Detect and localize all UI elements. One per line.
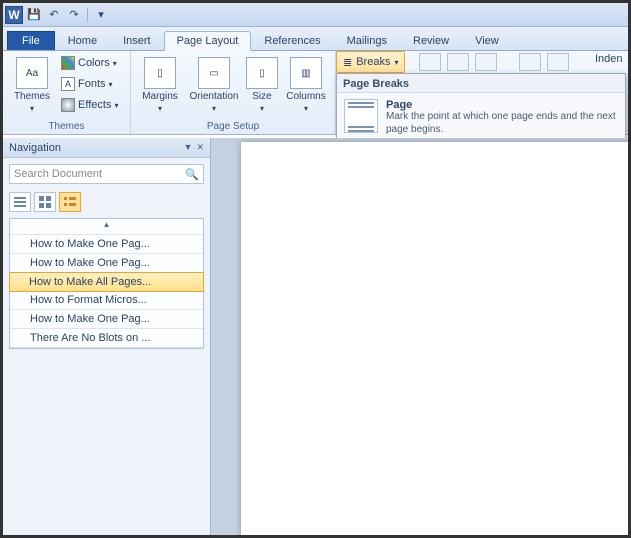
chevron-down-icon: ▾ [158, 104, 162, 113]
thumbnails-icon [39, 196, 51, 208]
title-bar: W 💾 ↶ ↷ ▾ [3, 3, 628, 27]
navigation-pane: Navigation ▼✕ Search Document 🔍 ▴ How to… [3, 138, 211, 535]
indent-label: Inden [595, 53, 623, 65]
size-button[interactable]: ▯Size▾ [243, 53, 281, 117]
nav-item[interactable]: There Are No Blots on ... [10, 329, 203, 348]
chevron-down-icon: ▾ [394, 58, 398, 67]
effects-icon [61, 98, 75, 112]
tab-page-layout[interactable]: Page Layout [164, 31, 252, 51]
themes-label: Themes [14, 91, 50, 102]
margins-icon: ▯ [144, 57, 176, 89]
search-input[interactable]: Search Document 🔍 [9, 164, 204, 184]
nav-item[interactable]: How to Make One Pag... [10, 235, 203, 254]
save-icon[interactable]: 💾 [25, 6, 43, 24]
themes-icon: Aa [16, 57, 48, 89]
ribbon-watermark-icon[interactable] [419, 53, 441, 71]
chevron-down-icon: ▾ [212, 104, 216, 113]
colors-button[interactable]: Colors▾ [59, 53, 120, 73]
ribbon-spacing-icon[interactable] [547, 53, 569, 71]
tab-view[interactable]: View [462, 31, 512, 50]
nav-item[interactable]: How to Make One Pag... [10, 310, 203, 329]
columns-icon: ▥ [290, 57, 322, 89]
navigation-list: ▴ How to Make One Pag... How to Make One… [9, 218, 204, 349]
search-placeholder: Search Document [14, 168, 102, 180]
chevron-down-icon: ▾ [109, 80, 113, 89]
page-break-icon [344, 99, 378, 133]
nav-view-pages[interactable] [34, 192, 56, 212]
nav-close-icon[interactable]: ✕ [196, 142, 204, 153]
themes-group-label: Themes [3, 120, 130, 134]
effects-button[interactable]: Effects▾ [59, 95, 120, 115]
breaks-button[interactable]: ≣ Breaks ▾ [336, 51, 405, 73]
ribbon-tabs: File Home Insert Page Layout References … [3, 27, 628, 51]
chevron-down-icon: ▾ [304, 104, 308, 113]
tab-file[interactable]: File [7, 31, 55, 50]
ribbon-page-color-icon[interactable] [447, 53, 469, 71]
columns-button[interactable]: ▥Columns▾ [281, 53, 331, 117]
search-icon: 🔍 [185, 168, 199, 181]
nav-item[interactable]: How to Make One Pag... [10, 254, 203, 273]
tab-review[interactable]: Review [400, 31, 462, 50]
nav-collapse-toggle[interactable]: ▴ [10, 219, 203, 235]
document-page [241, 142, 628, 535]
redo-icon[interactable]: ↷ [65, 6, 83, 24]
chevron-down-icon: ▾ [113, 59, 117, 68]
chevron-down-icon: ▾ [260, 104, 264, 113]
orientation-button[interactable]: ▭Orientation▾ [185, 53, 243, 117]
tab-insert[interactable]: Insert [110, 31, 164, 50]
chevron-down-icon: ▾ [114, 101, 118, 110]
nav-item[interactable]: How to Format Micros... [10, 291, 203, 310]
nav-item-selected[interactable]: How to Make All Pages... [9, 272, 204, 292]
page-setup-group-label: Page Setup [131, 120, 335, 134]
ribbon-indent-icon[interactable] [519, 53, 541, 71]
chevron-down-icon: ▾ [30, 104, 34, 113]
themes-button[interactable]: Aa Themes ▾ [7, 53, 57, 117]
nav-view-headings[interactable] [9, 192, 31, 212]
undo-icon[interactable]: ↶ [45, 6, 63, 24]
tab-references[interactable]: References [251, 31, 333, 50]
tab-mailings[interactable]: Mailings [334, 31, 400, 50]
nav-dropdown-icon[interactable]: ▼ [184, 142, 193, 153]
page-breaks-header: Page Breaks [337, 74, 625, 93]
document-area[interactable] [211, 138, 628, 535]
qat-dropdown-icon[interactable]: ▾ [92, 6, 110, 24]
orientation-icon: ▭ [198, 57, 230, 89]
ribbon-page-borders-icon[interactable] [475, 53, 497, 71]
qat-separator [87, 8, 88, 22]
size-icon: ▯ [246, 57, 278, 89]
break-page[interactable]: PageMark the point at which one page end… [337, 93, 625, 142]
results-icon [64, 196, 76, 208]
fonts-button[interactable]: AFonts▾ [59, 74, 120, 94]
navigation-title: Navigation [9, 142, 61, 154]
colors-icon [61, 56, 75, 70]
nav-view-results[interactable] [59, 192, 81, 212]
margins-button[interactable]: ▯Margins▾ [135, 53, 185, 117]
tab-home[interactable]: Home [55, 31, 110, 50]
list-icon [14, 196, 26, 208]
ribbon: Aa Themes ▾ Colors▾ AFonts▾ Effects▾ The… [3, 51, 628, 135]
fonts-icon: A [61, 77, 75, 91]
breaks-icon: ≣ [343, 56, 352, 69]
word-app-icon: W [5, 6, 23, 24]
